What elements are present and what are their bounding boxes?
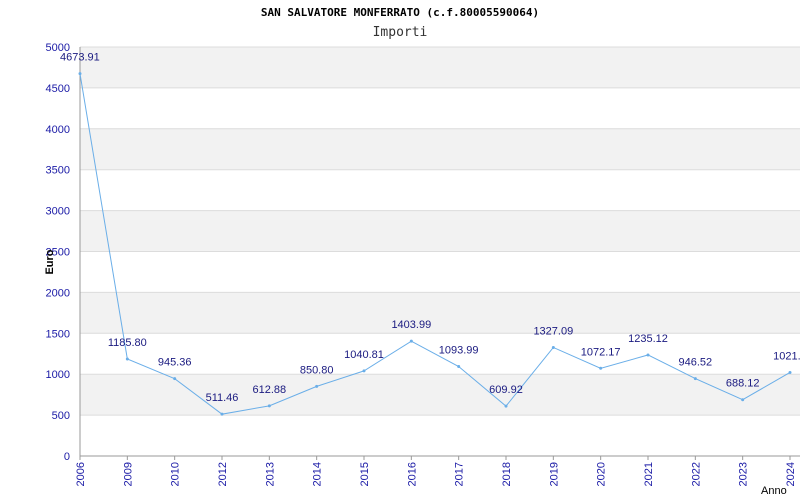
data-point: [646, 353, 650, 357]
data-label: 1327.09: [533, 325, 573, 337]
data-label: 1040.81: [344, 349, 384, 361]
data-point: [220, 412, 224, 416]
y-tick-label: 1000: [46, 369, 70, 381]
y-tick-label: 4000: [46, 124, 70, 136]
x-tick-label: 2024: [785, 462, 797, 486]
data-label: 1093.99: [439, 345, 479, 357]
y-tick-label: 2000: [46, 287, 70, 299]
data-label: 946.52: [679, 357, 713, 369]
x-tick-label: 2010: [170, 462, 182, 486]
x-tick-label: 2019: [548, 462, 560, 486]
data-label: 850.80: [300, 364, 334, 376]
y-tick-label: 3500: [46, 165, 70, 177]
y-tick-label: 0: [64, 451, 70, 463]
data-point: [788, 370, 792, 374]
data-point: [173, 377, 177, 381]
grid-band: [80, 47, 800, 88]
data-point: [125, 357, 129, 361]
data-point: [362, 369, 366, 373]
x-tick-label: 2021: [643, 462, 655, 486]
x-tick-label: 2018: [501, 462, 513, 486]
data-label: 511.46: [206, 392, 239, 404]
x-axis-label: Anno: [761, 485, 787, 497]
x-tick-label: 2012: [217, 462, 229, 486]
grid-band: [80, 374, 800, 416]
x-tick-label: 2016: [406, 462, 418, 486]
data-point: [315, 384, 319, 388]
x-tick-label: 2023: [738, 462, 750, 486]
x-tick-label: 2006: [75, 462, 87, 486]
line-chart: 0500100015002000250030003500400045005000…: [44, 42, 800, 497]
data-label: 609.92: [489, 384, 523, 396]
data-point: [741, 398, 745, 402]
x-tick-label: 2017: [454, 462, 466, 486]
data-label: 945.36: [158, 357, 192, 369]
data-label: 4673.91: [60, 52, 100, 64]
y-tick-label: 4500: [46, 83, 70, 95]
x-tick-label: 2014: [312, 462, 324, 486]
x-tick-label: 2022: [690, 462, 702, 486]
data-label: 688.12: [726, 378, 760, 390]
data-point: [409, 339, 413, 343]
data-label: 1403.99: [391, 319, 431, 331]
data-point: [599, 366, 603, 370]
data-point: [504, 404, 508, 408]
data-point: [267, 404, 271, 408]
x-tick-label: 2020: [596, 462, 608, 486]
data-label: 612.88: [253, 384, 287, 396]
data-label: 1235.12: [628, 333, 668, 345]
grid-band: [80, 292, 800, 334]
grid-band: [80, 210, 800, 252]
data-label: 1185.80: [108, 337, 147, 349]
data-label: 1021.3: [773, 350, 800, 362]
y-tick-label: 1500: [46, 328, 70, 340]
x-tick-label: 2009: [122, 462, 134, 486]
y-axis-label: Euro: [44, 249, 56, 274]
data-point: [551, 345, 555, 349]
data-point: [457, 365, 461, 369]
data-label: 1072.17: [581, 346, 621, 358]
y-tick-label: 3000: [46, 206, 70, 218]
x-tick-label: 2015: [359, 462, 371, 486]
data-point: [693, 377, 697, 381]
y-tick-label: 500: [52, 410, 70, 422]
grid-band: [80, 128, 800, 170]
x-tick-label: 2013: [264, 462, 276, 486]
data-point: [78, 72, 82, 76]
